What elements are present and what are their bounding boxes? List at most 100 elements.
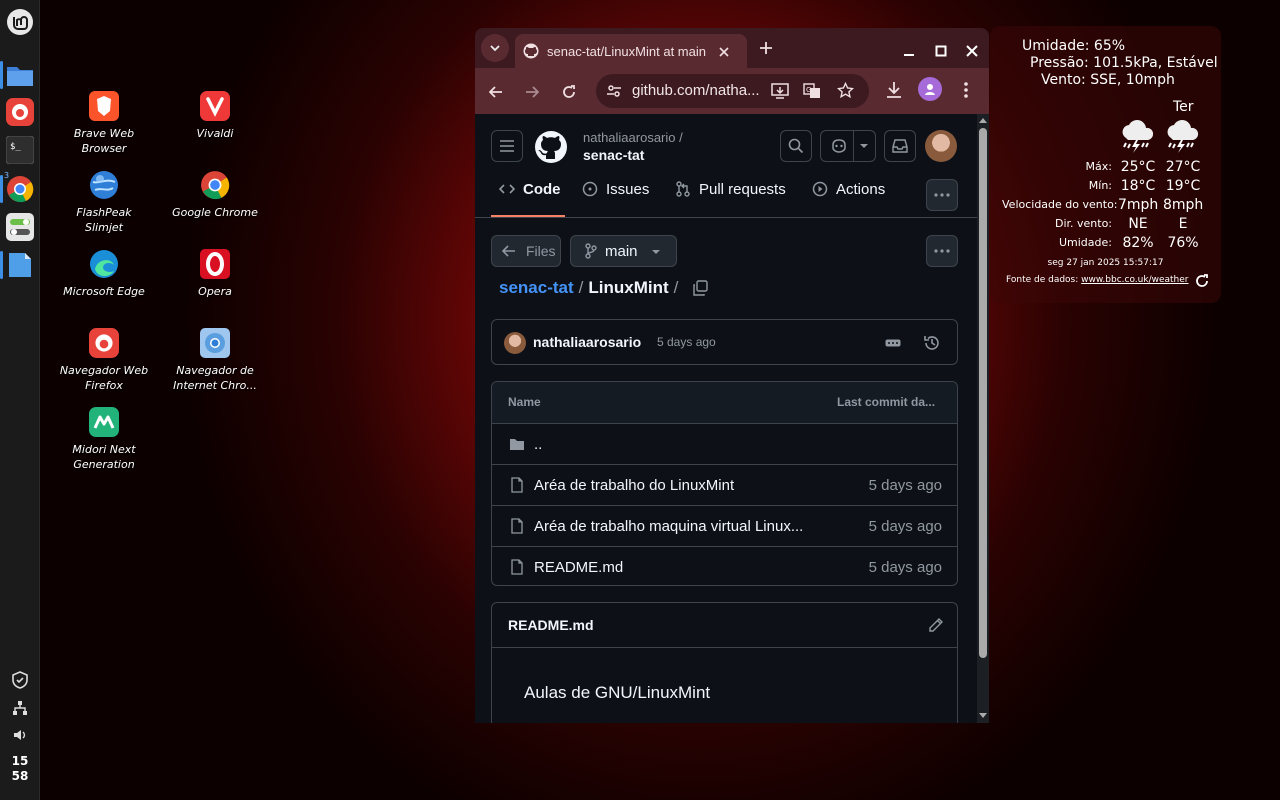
file-row[interactable]: README.md 5 days ago: [492, 546, 957, 585]
current-pressure: Pressão: 101.5kPa, Estável: [1030, 55, 1218, 71]
repo-name[interactable]: senac-tat: [583, 147, 644, 163]
tab-actions[interactable]: Actions: [812, 174, 885, 204]
profile-avatar-icon[interactable]: [918, 77, 942, 101]
hamburger-menu-button[interactable]: [491, 130, 523, 162]
search-button[interactable]: [780, 130, 812, 162]
current-humidity: Umidade: 65%: [1022, 38, 1126, 54]
panel-text-editor-button[interactable]: [0, 249, 36, 281]
panel-chrome-button[interactable]: 3: [0, 171, 36, 205]
clock-hour: 15: [11, 754, 29, 768]
brave-icon: [88, 90, 120, 122]
desktop-icon-opera[interactable]: Opera: [167, 248, 263, 299]
refresh-icon[interactable]: [1195, 273, 1209, 292]
copy-path-icon[interactable]: [692, 280, 709, 296]
inbox-button[interactable]: [884, 130, 916, 162]
edit-pencil-icon[interactable]: [928, 617, 944, 633]
tab-code[interactable]: Code: [499, 174, 561, 204]
downloads-icon[interactable]: [886, 81, 902, 103]
maximize-icon[interactable]: [935, 42, 947, 61]
day2-humidity: 76%: [1167, 235, 1199, 251]
minimize-icon[interactable]: [903, 42, 915, 61]
desktop-icon-vivaldi[interactable]: Vivaldi: [167, 90, 263, 141]
latest-commit-box: nathaliaarosario 5 days ago: [491, 319, 958, 365]
arrow-left-icon: [502, 245, 515, 257]
inbox-icon: [892, 139, 908, 153]
weather-timestamp: seg 27 jan 2025 15:57:17: [1047, 258, 1164, 268]
commit-author-avatar[interactable]: [504, 332, 526, 354]
browser-menu-icon[interactable]: [964, 82, 968, 102]
file-name[interactable]: Aréa de trabalho maquina virtual Linux..…: [534, 518, 814, 535]
volume-icon[interactable]: [10, 725, 30, 745]
desktop-icon-edge[interactable]: Microsoft Edge: [56, 248, 152, 299]
more-options-button[interactable]: [926, 235, 958, 267]
file-row[interactable]: Aréa de trabalho do LinuxMint 5 days ago: [492, 464, 957, 505]
folder-icon: [510, 439, 524, 450]
file-table-header: Name Last commit da...: [492, 382, 957, 423]
label-wind-speed: Velocidade do vento:: [1002, 198, 1118, 211]
install-app-icon[interactable]: [771, 83, 789, 103]
desktop-icon-firefox[interactable]: Navegador Web Firefox: [56, 327, 152, 393]
vivaldi-icon: [199, 90, 231, 122]
desktop-icon-slimjet[interactable]: FlashPeak Slimjet: [56, 169, 152, 235]
file-name[interactable]: README.md: [534, 559, 814, 576]
branch-selector[interactable]: main: [570, 235, 677, 267]
day1-wind-direction: NE: [1128, 216, 1148, 232]
desktop-icon-brave[interactable]: Brave Web Browser: [56, 90, 152, 156]
midori-icon: [88, 406, 120, 438]
panel-clock[interactable]: 15 58: [0, 754, 40, 784]
linux-mint-logo-icon: [7, 9, 33, 35]
commit-author[interactable]: nathaliaarosario: [533, 334, 641, 350]
history-icon[interactable]: [923, 334, 941, 352]
parent-directory-link: ..: [534, 436, 543, 453]
file-row[interactable]: Aréa de trabalho maquina virtual Linux..…: [492, 505, 957, 546]
tab-close-icon[interactable]: [719, 42, 729, 61]
github-logo-icon[interactable]: [535, 131, 567, 167]
panel-firefox-button[interactable]: [4, 96, 36, 128]
scroll-down-arrow-icon[interactable]: [979, 713, 987, 719]
files-button[interactable]: Files: [491, 235, 561, 267]
panel-files-button[interactable]: [0, 59, 36, 91]
bookmark-star-icon[interactable]: [836, 81, 855, 103]
tab-issues[interactable]: Issues: [582, 174, 649, 204]
file-name[interactable]: Aréa de trabalho do LinuxMint: [534, 477, 814, 494]
commit-message-toggle-icon[interactable]: [885, 339, 901, 347]
browser-tab[interactable]: senac-tat/LinuxMint at main: [515, 34, 747, 68]
url-text: github.com/natha...: [632, 82, 760, 99]
panel-terminal-button[interactable]: $_: [4, 134, 36, 166]
new-tab-icon[interactable]: [759, 40, 773, 59]
desktop-icon-chrome[interactable]: Google Chrome: [167, 169, 263, 220]
readme-title[interactable]: README.md: [508, 617, 594, 633]
site-info-icon[interactable]: [606, 83, 622, 103]
network-icon[interactable]: [10, 698, 30, 718]
desktop-icon-label: Microsoft Edge: [63, 285, 145, 298]
git-branch-icon: [585, 243, 597, 259]
parent-directory-row[interactable]: ..: [492, 423, 957, 464]
shield-icon[interactable]: [10, 670, 30, 690]
scrollbar-thumb[interactable]: [979, 128, 987, 658]
user-avatar[interactable]: [925, 130, 957, 162]
svg-text:$_: $_: [10, 142, 21, 152]
slimjet-globe-icon: [88, 169, 120, 201]
desktop-icon-chromium[interactable]: Navegador de Internet Chro...: [167, 327, 263, 393]
back-arrow-icon[interactable]: [488, 84, 503, 103]
panel-settings-button[interactable]: [4, 211, 36, 243]
copilot-button[interactable]: [820, 130, 876, 162]
scroll-up-arrow-icon[interactable]: [979, 117, 987, 123]
weather-source-link[interactable]: www.bbc.co.uk/weather: [1081, 275, 1188, 285]
translate-icon[interactable]: G: [803, 83, 821, 103]
breadcrumb-repo-link[interactable]: senac-tat: [499, 278, 574, 298]
reload-icon[interactable]: [562, 84, 576, 103]
repo-owner[interactable]: nathaliaarosario /: [583, 130, 683, 145]
mint-menu-button[interactable]: [4, 6, 36, 38]
address-bar[interactable]: github.com/natha... G: [596, 74, 869, 108]
desktop-icon-midori[interactable]: Midori Next Generation: [56, 406, 152, 472]
page-scrollbar[interactable]: [977, 114, 989, 723]
close-window-icon[interactable]: [966, 42, 978, 61]
browser-toolbar: github.com/natha... G: [475, 68, 989, 114]
tab-pull-requests[interactable]: Pull requests: [675, 174, 786, 204]
forward-arrow-icon[interactable]: [525, 84, 540, 103]
file-date: 5 days ago: [868, 559, 942, 576]
browser-window: senac-tat/LinuxMint at main github.com/n…: [475, 28, 989, 723]
more-nav-button[interactable]: [926, 179, 958, 211]
tab-search-button[interactable]: [481, 34, 509, 62]
